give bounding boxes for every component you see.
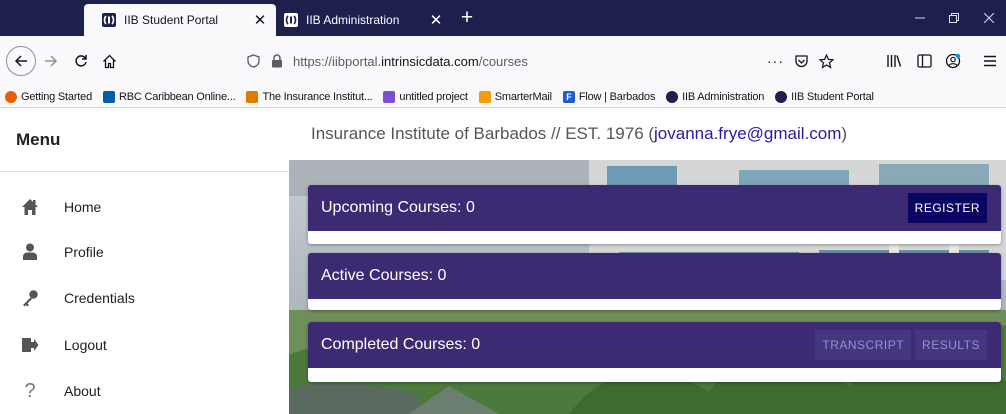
forward-arrow-icon: [45, 55, 58, 67]
page-header-text: Insurance Institute of Barbados // EST. …: [311, 124, 655, 143]
bookmark-item[interactable]: The Insurance Institut...: [246, 90, 373, 103]
iib-logo-icon: [284, 13, 298, 27]
completed-courses-card: Completed Courses: 0 TRANSCRIPT RESULTS: [308, 322, 1001, 382]
minimize-icon[interactable]: [903, 0, 937, 36]
active-courses-card: Active Courses: 0: [308, 253, 1001, 310]
bookmark-item[interactable]: untitled project: [383, 90, 468, 103]
completed-courses-header: Completed Courses: 0 TRANSCRIPT RESULTS: [308, 322, 1001, 368]
page-header: Insurance Institute of Barbados // EST. …: [289, 108, 1006, 160]
url-text[interactable]: https://iibportal.intrinsicdata.com/cour…: [293, 54, 767, 69]
url-domain: intrinsicdata.com: [381, 53, 479, 69]
tab-iib-student-portal[interactable]: IIB Student Portal ✕: [84, 4, 276, 36]
key-icon: [20, 288, 40, 308]
project-icon: [383, 90, 396, 103]
sidebar-toggle-icon[interactable]: [909, 46, 939, 76]
user-icon: [20, 242, 40, 262]
bookmark-label: Getting Started: [21, 90, 92, 103]
tab-title: IIB Student Portal: [124, 13, 219, 27]
address-bar[interactable]: https://iibportal.intrinsicdata.com/cour…: [237, 46, 842, 76]
library-icon[interactable]: [879, 46, 909, 76]
sidebar-item-label: Home: [64, 199, 102, 215]
url-prefix: https://iibportal.: [293, 53, 382, 69]
back-button[interactable]: [6, 46, 36, 76]
bookmark-label: RBC Caribbean Online...: [119, 90, 236, 103]
upcoming-courses-header: Upcoming Courses: 0 REGISTER: [308, 185, 1001, 231]
new-tab-button[interactable]: +: [454, 6, 480, 32]
tab-iib-administration[interactable]: IIB Administration ✕: [278, 4, 452, 36]
home-icon: [20, 197, 40, 217]
upcoming-courses-title: Upcoming Courses: 0: [321, 199, 475, 216]
user-email-link[interactable]: jovanna.frye@gmail.com: [654, 124, 841, 144]
sidebar-item-home[interactable]: Home: [0, 184, 289, 230]
page-actions-icon[interactable]: ···: [767, 53, 784, 69]
bookmark-label: IIB Student Portal: [791, 90, 874, 103]
bookmark-item[interactable]: IIB Administration: [666, 90, 765, 103]
home-button[interactable]: [94, 46, 124, 76]
bookmark-item[interactable]: SmarterMail: [478, 90, 552, 103]
menu-title: Menu: [0, 108, 289, 172]
bookmark-star-icon[interactable]: [819, 53, 834, 69]
logout-icon: [20, 335, 40, 355]
page-header-close: ): [841, 124, 848, 143]
close-tab-icon[interactable]: ✕: [252, 13, 268, 28]
mail-icon: [478, 90, 491, 103]
active-courses-title: Active Courses: 0: [321, 267, 447, 284]
question-icon: ?: [24, 379, 36, 402]
forward-button[interactable]: [36, 46, 66, 76]
iib-logo-icon: [102, 13, 116, 27]
bookmark-item[interactable]: IIB Student Portal: [775, 90, 874, 103]
sidebar-item-profile[interactable]: Profile: [0, 229, 289, 275]
tracking-protection-icon[interactable]: [245, 53, 261, 69]
main-content: Insurance Institute of Barbados // EST. …: [289, 108, 1006, 414]
back-arrow-icon: [14, 55, 27, 67]
completed-courses-title: Completed Courses: 0: [321, 336, 481, 353]
browser-tab-strip: IIB Student Portal ✕ IIB Administration …: [0, 0, 1006, 36]
flow-icon: F: [562, 90, 575, 103]
sidebar-item-about[interactable]: ? About: [0, 368, 289, 414]
bookmark-item[interactable]: Getting Started: [5, 90, 92, 103]
sidebar: Menu Home Profile Credentials Logout ? A…: [0, 108, 289, 414]
bookmark-label: untitled project: [399, 90, 468, 103]
bookmark-item[interactable]: RBC Caribbean Online...: [103, 90, 236, 103]
bookmark-label: The Insurance Institut...: [262, 90, 373, 103]
sidebar-item-label: Logout: [64, 337, 107, 353]
home-icon: [102, 54, 116, 68]
iib-icon: [775, 90, 788, 103]
sidebar-item-label: Credentials: [64, 290, 135, 306]
bookmark-label: Flow | Barbados: [578, 90, 656, 103]
rbc-icon: [103, 90, 115, 103]
insurance-institute-icon: [246, 90, 259, 103]
bookmarks-toolbar: Getting Started RBC Caribbean Online... Th…: [0, 86, 1006, 108]
close-tab-icon[interactable]: ✕: [428, 13, 444, 28]
sidebar-item-credentials[interactable]: Credentials: [0, 275, 289, 321]
register-button[interactable]: REGISTER: [907, 193, 987, 223]
url-path: /courses: [478, 53, 528, 69]
navigation-bar: https://iibportal.intrinsicdata.com/cour…: [0, 36, 1006, 86]
restore-icon[interactable]: [937, 0, 971, 36]
account-icon[interactable]: [938, 46, 968, 76]
results-button[interactable]: RESULTS: [915, 330, 987, 360]
active-courses-header: Active Courses: 0: [308, 253, 1001, 299]
sidebar-item-logout[interactable]: Logout: [0, 322, 289, 368]
bookmark-item[interactable]: F Flow | Barbados: [562, 90, 656, 103]
firefox-icon: [5, 90, 17, 103]
pocket-icon[interactable]: [794, 54, 809, 69]
reload-button[interactable]: [66, 46, 96, 76]
transcript-button[interactable]: TRANSCRIPT: [815, 330, 912, 360]
upcoming-courses-card: Upcoming Courses: 0 REGISTER: [308, 185, 1001, 244]
sidebar-item-label: About: [64, 383, 101, 399]
tab-title: IIB Administration: [306, 13, 400, 27]
bookmark-label: IIB Administration: [682, 90, 765, 103]
menu-hamburger-icon[interactable]: [975, 46, 1005, 76]
lock-icon[interactable]: [269, 53, 285, 69]
bookmark-label: SmarterMail: [494, 90, 552, 103]
iib-icon: [666, 90, 679, 103]
reload-icon: [75, 55, 87, 67]
sidebar-item-label: Profile: [64, 244, 104, 260]
close-window-icon[interactable]: [972, 0, 1006, 36]
